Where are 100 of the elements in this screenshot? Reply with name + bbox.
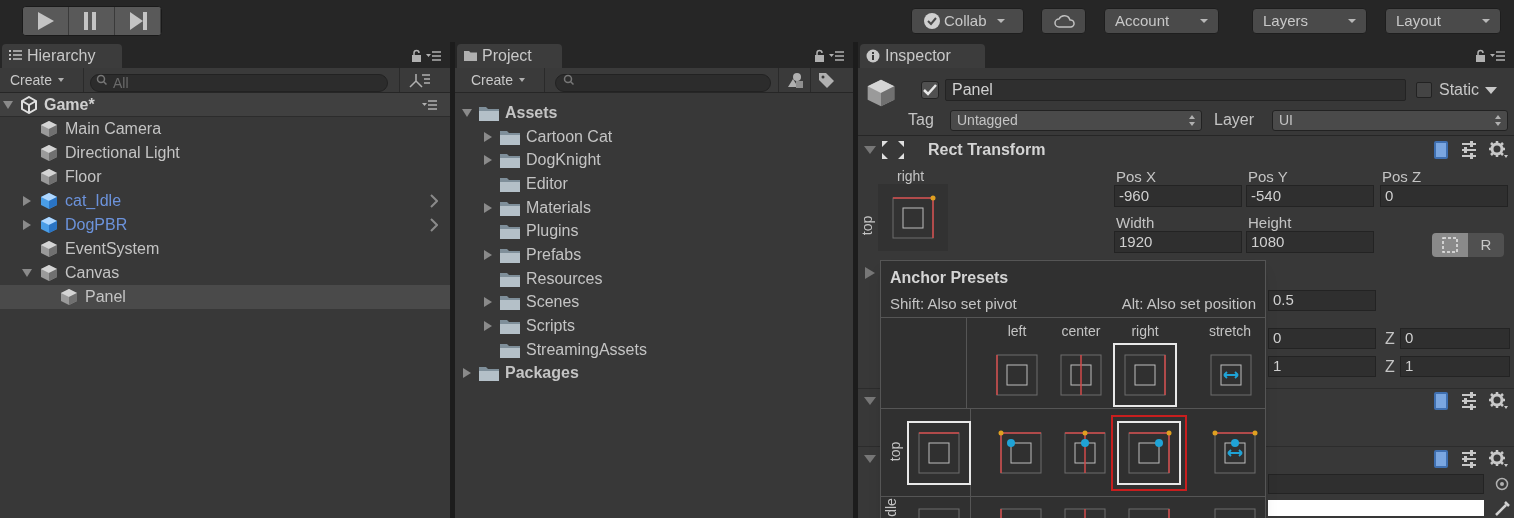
column-label: center xyxy=(1060,322,1102,341)
tree-item[interactable]: Packages xyxy=(455,361,853,386)
anchor-vertical-label: top xyxy=(858,215,877,236)
field-label: Height xyxy=(1247,213,1293,231)
field-label: Z xyxy=(1385,328,1396,349)
cube-icon xyxy=(40,216,58,234)
tree-item[interactable]: Floor xyxy=(0,165,450,189)
name-field[interactable]: Panel xyxy=(945,79,1406,101)
search-field[interactable] xyxy=(555,74,771,92)
number-field[interactable]: -540 xyxy=(1246,185,1374,207)
tag-label: Tag xyxy=(908,110,935,130)
panel-tab[interactable]: Hierarchy xyxy=(2,44,122,68)
search-field[interactable]: All xyxy=(90,74,388,92)
tree-item[interactable]: DogKnight xyxy=(455,148,853,173)
menu-icon xyxy=(829,50,845,62)
tree-item[interactable]: cat_Idle xyxy=(0,189,450,213)
number-field[interactable]: 0 xyxy=(1400,328,1510,349)
cloud-button[interactable] xyxy=(1041,8,1086,34)
caret-icon xyxy=(58,78,65,82)
tag-dropdown[interactable]: Untagged xyxy=(950,109,1202,131)
number-field[interactable]: 1 xyxy=(1268,356,1376,377)
expanded-arrow-icon xyxy=(864,144,876,155)
tree-item[interactable]: Cartoon Cat xyxy=(455,124,853,149)
number-field[interactable]: 1920 xyxy=(1114,231,1242,253)
tree-item[interactable]: Plugins xyxy=(455,219,853,244)
number-field[interactable]: 0 xyxy=(1380,185,1508,207)
row-label: top xyxy=(886,440,904,464)
tree-item[interactable]: DogPBR xyxy=(0,213,450,237)
dropdown-button[interactable]: Account xyxy=(1104,8,1219,34)
tree-item[interactable]: Editor xyxy=(455,172,853,196)
tree-item[interactable]: Scenes xyxy=(455,290,853,315)
collab-button[interactable]: Collab xyxy=(911,8,1024,34)
expanded-arrow-icon xyxy=(864,395,876,406)
scene-header[interactable]: Game* xyxy=(0,93,450,117)
collapsed-arrow-icon xyxy=(483,297,493,308)
number-field[interactable]: 0 xyxy=(1268,328,1376,349)
settings-icon xyxy=(1488,449,1510,468)
field-label: Z xyxy=(1385,356,1396,377)
tree-item[interactable]: Resources xyxy=(455,266,853,291)
layer-dropdown[interactable]: UI xyxy=(1272,109,1508,131)
chevron-right-icon xyxy=(430,194,438,208)
search-icon xyxy=(96,74,108,86)
lock-icon xyxy=(411,49,422,63)
tree-item[interactable]: Materials xyxy=(455,195,853,220)
tree-item[interactable]: Canvas xyxy=(0,261,450,285)
create-button[interactable]: Create xyxy=(0,68,84,92)
search-icon xyxy=(563,74,575,86)
tree-item[interactable]: Panel xyxy=(0,285,450,309)
play-button[interactable] xyxy=(23,7,69,35)
active-checkbox[interactable] xyxy=(921,81,939,99)
info-icon xyxy=(866,49,881,63)
tree-item[interactable]: Assets xyxy=(455,101,853,125)
tree-item[interactable]: Prefabs xyxy=(455,243,853,267)
cube-icon xyxy=(40,240,58,258)
folder-icon xyxy=(499,293,521,312)
tree-item[interactable]: Scripts xyxy=(455,314,853,338)
dropdown-button[interactable]: Layers xyxy=(1252,8,1367,34)
dropdown-button[interactable]: Layout xyxy=(1385,8,1501,34)
folder-icon xyxy=(499,151,521,170)
lock-icon xyxy=(1475,49,1486,63)
sliders-icon xyxy=(1459,390,1479,411)
cloud-icon xyxy=(1052,13,1075,29)
static-dropdown[interactable]: Static xyxy=(1439,78,1497,102)
collapsed-arrow-icon xyxy=(462,368,472,379)
tree-item[interactable]: EventSystem xyxy=(0,237,450,261)
static-checkbox[interactable] xyxy=(1416,82,1432,98)
panel-tab[interactable]: Project xyxy=(457,44,562,68)
anchor-corners-icon xyxy=(880,138,906,161)
anchor-preset-icon xyxy=(1058,352,1104,398)
collapsed-arrow-icon xyxy=(483,131,493,142)
lock-icon xyxy=(814,49,825,63)
blueprint-mode-button[interactable] xyxy=(1432,233,1468,257)
up-down-arrows-icon xyxy=(1495,114,1501,126)
collapsed-arrow-icon xyxy=(22,196,32,206)
sliders-icon xyxy=(1459,448,1479,469)
color-field[interactable] xyxy=(1268,500,1484,516)
folder-icon xyxy=(499,222,521,241)
number-field[interactable]: 1080 xyxy=(1246,231,1374,253)
tree-item[interactable]: StreamingAssets xyxy=(455,337,853,362)
column-label: left xyxy=(1006,322,1028,341)
tree-item[interactable]: Directional Light xyxy=(0,141,450,165)
number-field[interactable]: 0.5 xyxy=(1268,290,1376,311)
anchor-preset-icon xyxy=(994,352,1040,398)
cube-icon xyxy=(40,264,58,282)
caret-icon xyxy=(1482,19,1490,23)
anchor-preset-icon xyxy=(916,429,962,476)
component-header[interactable]: Rect Transform xyxy=(858,136,1514,163)
collapsed-arrow-icon xyxy=(483,321,493,332)
caret-icon xyxy=(1200,19,1208,23)
anchor-preset-icon xyxy=(998,429,1044,476)
anchor-preset-button[interactable] xyxy=(1111,414,1187,491)
panel-tab[interactable]: Inspector xyxy=(860,44,985,68)
menu-icon xyxy=(426,50,442,62)
cube-outline-icon xyxy=(20,95,38,114)
raw-edit-button[interactable]: R xyxy=(1468,233,1504,257)
number-field[interactable]: 1 xyxy=(1400,356,1510,377)
field-label: Pos Y xyxy=(1247,167,1289,185)
number-field[interactable]: -960 xyxy=(1114,185,1242,207)
field-label: Pos Z xyxy=(1381,167,1423,185)
tree-item[interactable]: Main Camera xyxy=(0,117,450,141)
